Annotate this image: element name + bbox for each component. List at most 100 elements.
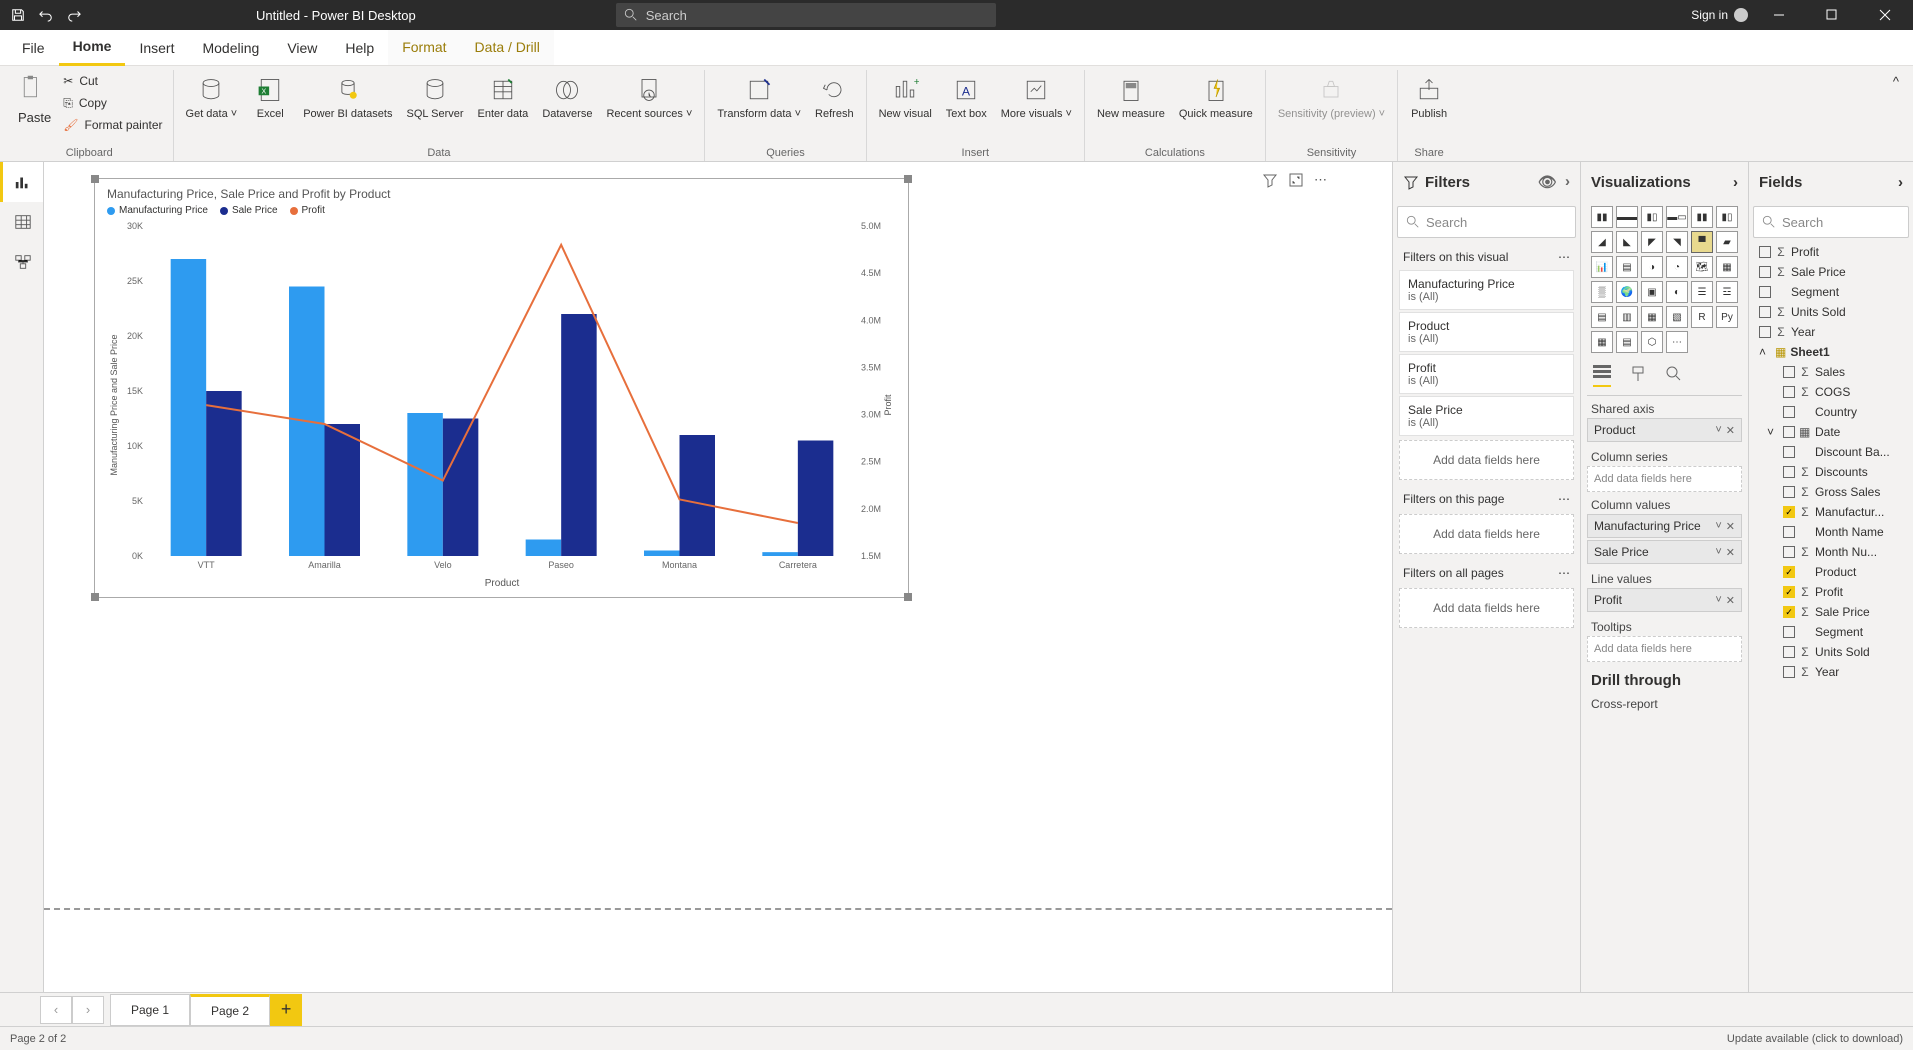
- viz-type-icon[interactable]: ▰: [1716, 231, 1738, 253]
- eye-icon[interactable]: 👁: [1538, 173, 1557, 191]
- viz-type-icon[interactable]: 🌍: [1616, 281, 1638, 303]
- viz-type-icon[interactable]: ▦: [1641, 306, 1663, 328]
- chevron-down-icon[interactable]: ˅: [1715, 520, 1721, 533]
- collapse-icon[interactable]: ›: [1733, 174, 1738, 191]
- chart-visual[interactable]: Manufacturing Price, Sale Price and Prof…: [94, 178, 909, 598]
- well-col-value-2[interactable]: Sale Price˅✕: [1587, 540, 1742, 564]
- viz-type-icon[interactable]: ◑: [1641, 256, 1663, 278]
- viz-type-icon[interactable]: ▤: [1591, 306, 1613, 328]
- add-filter-page[interactable]: Add data fields here: [1399, 514, 1574, 554]
- sql-server-button[interactable]: SQL Server: [400, 70, 469, 125]
- field-row[interactable]: Segment: [1755, 622, 1907, 642]
- viz-type-icon[interactable]: ▬▭: [1666, 206, 1688, 228]
- close-button[interactable]: [1862, 0, 1907, 30]
- more-icon[interactable]: ⋯: [1558, 492, 1570, 506]
- ribbon-collapse-button[interactable]: ^: [1885, 70, 1907, 161]
- page-prev-button[interactable]: ‹: [40, 996, 72, 1024]
- field-checkbox[interactable]: [1783, 486, 1795, 498]
- resize-handle[interactable]: [91, 175, 99, 183]
- field-row[interactable]: ˅▦Date: [1755, 422, 1907, 442]
- viz-analytics-tab[interactable]: [1665, 365, 1681, 387]
- viz-type-icon[interactable]: ▦: [1716, 256, 1738, 278]
- field-row[interactable]: ΣMonth Nu...: [1755, 542, 1907, 562]
- collapse-icon[interactable]: ›: [1565, 173, 1570, 191]
- field-row[interactable]: ΣUnits Sold: [1755, 302, 1907, 322]
- field-row[interactable]: ΣSale Price: [1755, 262, 1907, 282]
- well-col-value-1[interactable]: Manufacturing Price˅✕: [1587, 514, 1742, 538]
- report-canvas[interactable]: ⋯ Manufacturing Price, Sale Price and Pr…: [44, 162, 1392, 992]
- dataverse-button[interactable]: Dataverse: [536, 70, 598, 125]
- field-row[interactable]: ΣSales: [1755, 362, 1907, 382]
- more-icon[interactable]: ⋯: [1558, 250, 1570, 264]
- viz-fields-tab[interactable]: [1593, 365, 1611, 387]
- remove-icon[interactable]: ✕: [1726, 424, 1735, 437]
- new-visual-button[interactable]: +New visual: [873, 70, 938, 125]
- add-filter-visual[interactable]: Add data fields here: [1399, 440, 1574, 480]
- redo-icon[interactable]: [62, 3, 86, 27]
- field-row[interactable]: ΣCOGS: [1755, 382, 1907, 402]
- excel-button[interactable]: XExcel: [245, 70, 295, 125]
- remove-icon[interactable]: ✕: [1726, 594, 1735, 607]
- field-checkbox[interactable]: [1783, 366, 1795, 378]
- viz-type-icon[interactable]: 📊: [1591, 256, 1613, 278]
- viz-type-icon[interactable]: ▤: [1616, 331, 1638, 353]
- fields-search[interactable]: Search: [1753, 206, 1909, 238]
- expand-icon[interactable]: ˅: [1767, 425, 1779, 439]
- viz-type-icon[interactable]: R: [1691, 306, 1713, 328]
- field-checkbox[interactable]: [1759, 266, 1771, 278]
- remove-icon[interactable]: ✕: [1726, 546, 1735, 559]
- filter-card[interactable]: Profitis (All): [1399, 354, 1574, 394]
- field-checkbox[interactable]: [1783, 506, 1795, 518]
- tab-view[interactable]: View: [273, 30, 331, 66]
- maximize-button[interactable]: [1809, 0, 1854, 30]
- viz-type-icon[interactable]: ◤: [1641, 231, 1663, 253]
- resize-handle[interactable]: [91, 593, 99, 601]
- filter-icon[interactable]: [1262, 172, 1278, 188]
- viz-type-icon[interactable]: ▮▮: [1591, 206, 1613, 228]
- transform-data-button[interactable]: Transform data ˅: [711, 70, 807, 125]
- well-col-series[interactable]: Add data fields here: [1587, 466, 1742, 492]
- undo-icon[interactable]: [34, 3, 58, 27]
- chevron-down-icon[interactable]: ˅: [1715, 594, 1721, 607]
- chevron-down-icon[interactable]: ˅: [1715, 546, 1721, 559]
- field-row[interactable]: ΣProfit: [1755, 242, 1907, 262]
- collapse-icon[interactable]: ›: [1898, 174, 1903, 191]
- field-row[interactable]: Country: [1755, 402, 1907, 422]
- viz-type-icon[interactable]: 🗺: [1691, 256, 1713, 278]
- viz-type-icon[interactable]: ▮▮: [1691, 206, 1713, 228]
- viz-type-icon[interactable]: ▤: [1616, 256, 1638, 278]
- viz-type-icon[interactable]: ▥: [1616, 306, 1638, 328]
- viz-type-icon[interactable]: ▣: [1641, 281, 1663, 303]
- recent-sources-button[interactable]: Recent sources ˅: [600, 70, 698, 125]
- viz-type-icon[interactable]: ◢: [1591, 231, 1613, 253]
- field-row[interactable]: ΣGross Sales: [1755, 482, 1907, 502]
- field-row[interactable]: Product: [1755, 562, 1907, 582]
- data-view-button[interactable]: [0, 202, 43, 242]
- report-view-button[interactable]: [0, 162, 43, 202]
- viz-type-icon[interactable]: ▬▬: [1616, 206, 1638, 228]
- tab-format[interactable]: Format: [388, 30, 460, 66]
- field-row[interactable]: Segment: [1755, 282, 1907, 302]
- field-checkbox[interactable]: [1783, 406, 1795, 418]
- enter-data-button[interactable]: Enter data: [472, 70, 535, 125]
- field-row[interactable]: ΣYear: [1755, 662, 1907, 682]
- field-row[interactable]: Discount Ba...: [1755, 442, 1907, 462]
- model-view-button[interactable]: [0, 242, 43, 282]
- resize-handle[interactable]: [904, 175, 912, 183]
- field-checkbox[interactable]: [1783, 586, 1795, 598]
- cut-button[interactable]: ✂Cut: [59, 70, 166, 92]
- field-row[interactable]: ΣSale Price: [1755, 602, 1907, 622]
- viz-type-icon[interactable]: ▮▯: [1716, 206, 1738, 228]
- publish-button[interactable]: Publish: [1404, 70, 1454, 125]
- field-checkbox[interactable]: [1759, 306, 1771, 318]
- viz-format-tab[interactable]: [1631, 365, 1645, 387]
- copy-button[interactable]: ⎘Copy: [59, 92, 166, 114]
- format-painter-button[interactable]: 🖌Format painter: [59, 114, 166, 136]
- field-checkbox[interactable]: [1783, 526, 1795, 538]
- tab-file[interactable]: File: [8, 30, 59, 66]
- field-row[interactable]: ΣUnits Sold: [1755, 642, 1907, 662]
- viz-type-icon[interactable]: ☲: [1716, 281, 1738, 303]
- field-checkbox[interactable]: [1783, 426, 1795, 438]
- field-checkbox[interactable]: [1759, 326, 1771, 338]
- viz-type-icon[interactable]: ◥: [1666, 231, 1688, 253]
